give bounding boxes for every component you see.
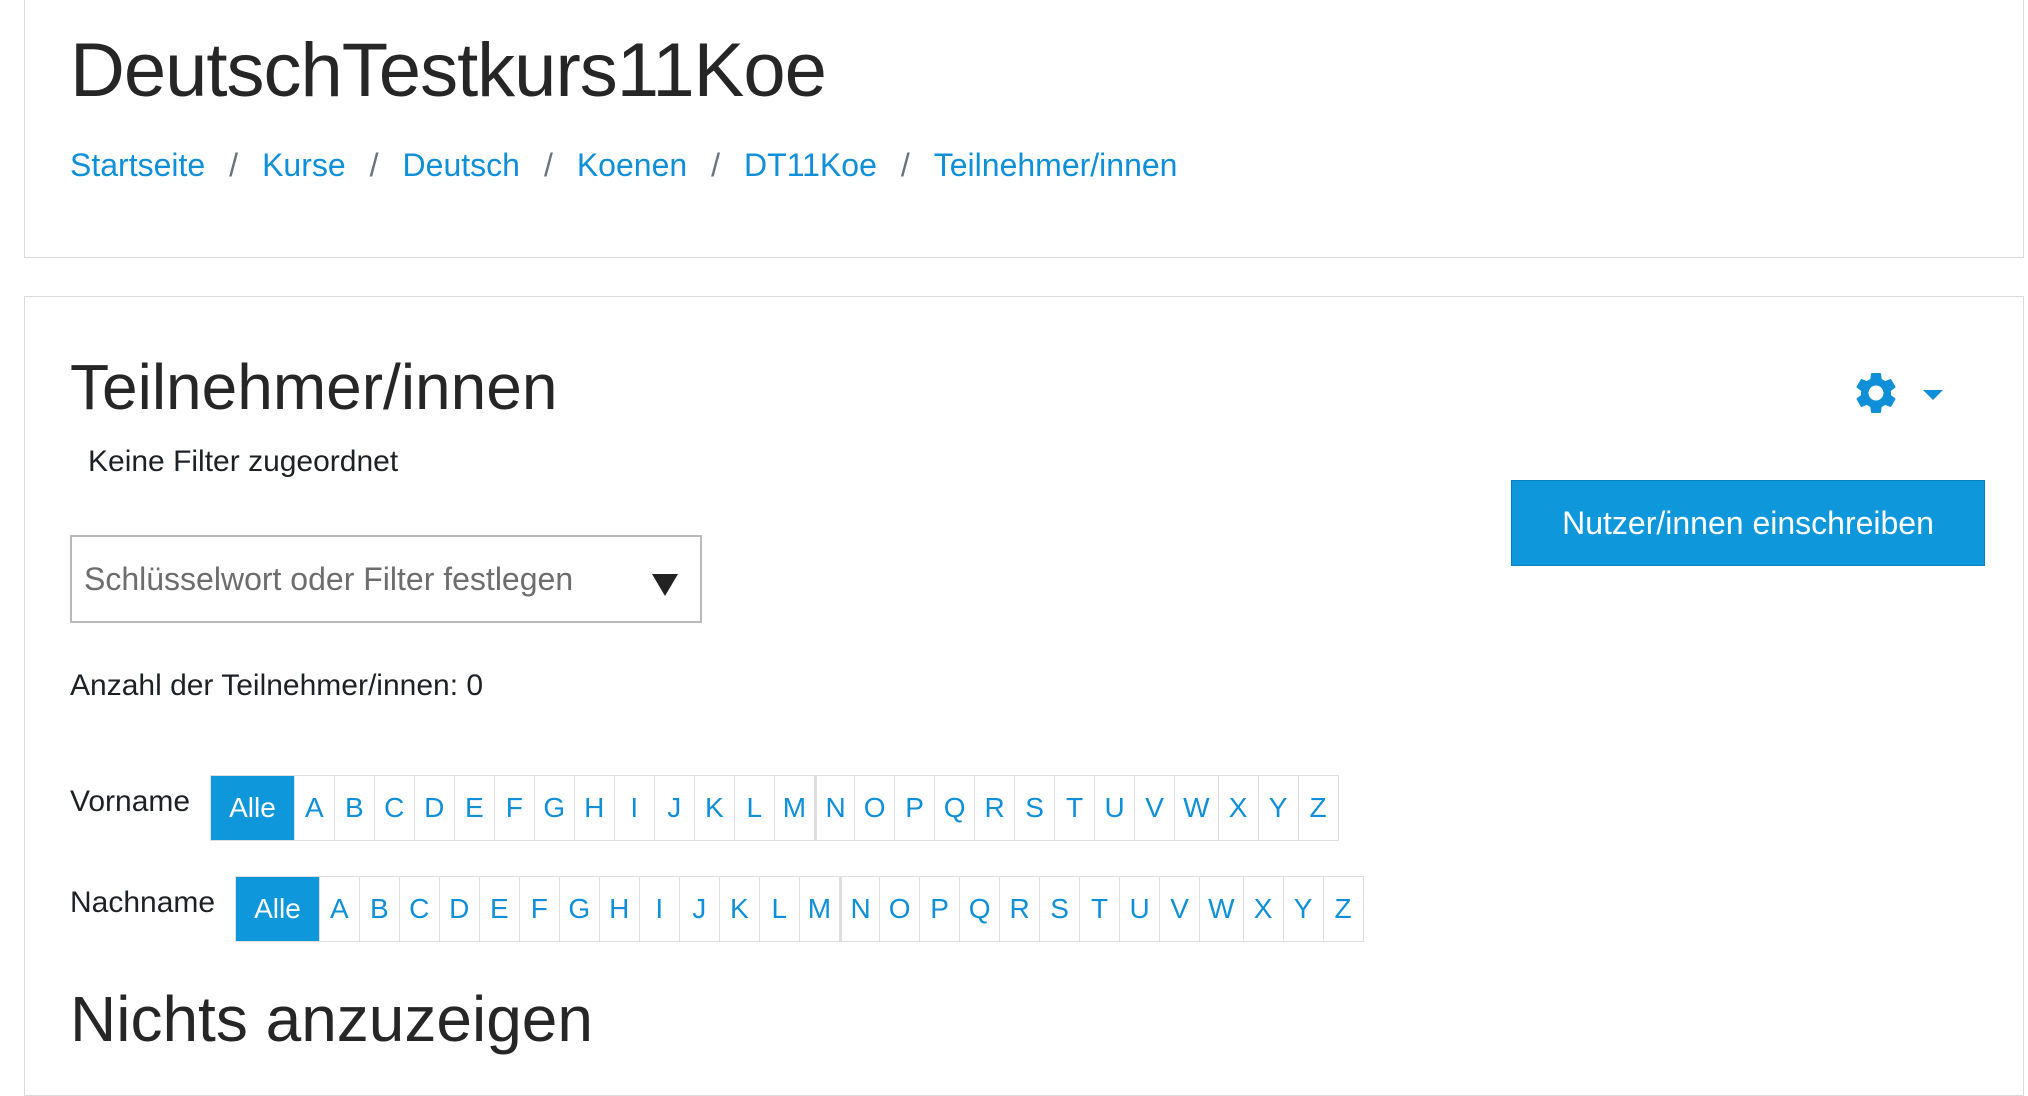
- firstname-initial-g[interactable]: G: [533, 776, 574, 840]
- firstname-initial-s[interactable]: S: [1014, 776, 1054, 840]
- lastname-letter-list: Alle A B C D E F G H I J K L M N O P Q R S T U V W X Y Z: [235, 876, 1364, 942]
- firstname-initial-j[interactable]: J: [653, 776, 694, 840]
- lastname-initials-bar: Nachname Alle A B C D E F G H I J K L M N O P Q R S T U V W X Y Z: [70, 876, 1364, 942]
- lastname-initial-all[interactable]: Alle: [236, 877, 319, 941]
- lastname-initial-a[interactable]: A: [318, 877, 359, 941]
- firstname-letter-list: Alle A B C D E F G H I J K L M N O P Q R S T U V W X Y Z: [210, 775, 1339, 841]
- lastname-initial-w[interactable]: W: [1199, 877, 1242, 941]
- gear-icon: [1851, 368, 1901, 423]
- caret-down-icon: [1923, 390, 1943, 400]
- firstname-initials-bar: Vorname Alle A B C D E F G H I J K L M N O P Q R S T U V W X Y Z: [70, 775, 1339, 841]
- breadcrumb-separator: /: [229, 147, 239, 183]
- breadcrumb-item-koenen[interactable]: Koenen: [577, 147, 687, 184]
- lastname-initial-e[interactable]: E: [478, 877, 519, 941]
- lastname-initial-v[interactable]: V: [1159, 877, 1199, 941]
- lastname-initial-r[interactable]: R: [999, 877, 1039, 941]
- firstname-initial-all[interactable]: Alle: [211, 776, 294, 840]
- dropdown-arrow-icon[interactable]: [652, 574, 678, 596]
- breadcrumb-separator: /: [369, 147, 379, 183]
- breadcrumb-item-kurse[interactable]: Kurse: [262, 147, 346, 184]
- firstname-initial-b[interactable]: B: [333, 776, 374, 840]
- lastname-initials-label: Nachname: [70, 886, 216, 919]
- page-header: DeutschTestkurs11Koe Startseite / Kurse …: [24, 0, 2024, 258]
- settings-menu-toggle[interactable]: [1851, 367, 1961, 423]
- lastname-initial-h[interactable]: H: [598, 877, 639, 941]
- empty-state-message: Nichts anzuzeigen: [70, 983, 593, 1055]
- lastname-initial-k[interactable]: K: [718, 877, 759, 941]
- firstname-initial-i[interactable]: I: [613, 776, 654, 840]
- lastname-initial-y[interactable]: Y: [1282, 877, 1323, 941]
- breadcrumb-item-deutsch[interactable]: Deutsch: [403, 147, 520, 184]
- firstname-initial-u[interactable]: U: [1094, 776, 1134, 840]
- breadcrumb-item-startseite[interactable]: Startseite: [70, 147, 205, 184]
- lastname-initial-j[interactable]: J: [678, 877, 719, 941]
- breadcrumb-item-dt11koe[interactable]: DT11Koe: [744, 147, 877, 184]
- firstname-initial-q[interactable]: Q: [934, 776, 974, 840]
- lastname-initial-u[interactable]: U: [1119, 877, 1159, 941]
- firstname-initial-w[interactable]: W: [1174, 776, 1217, 840]
- firstname-initial-t[interactable]: T: [1054, 776, 1094, 840]
- keyword-filter-input[interactable]: Schlüsselwort oder Filter festlegen: [70, 535, 702, 623]
- enrol-users-button[interactable]: Nutzer/innen einschreiben: [1511, 480, 1985, 566]
- lastname-initial-p[interactable]: P: [919, 877, 959, 941]
- lastname-initial-b[interactable]: B: [358, 877, 399, 941]
- lastname-initial-c[interactable]: C: [398, 877, 439, 941]
- lastname-initial-z[interactable]: Z: [1322, 877, 1363, 941]
- firstname-initial-n[interactable]: N: [814, 776, 854, 840]
- breadcrumb-separator: /: [900, 147, 910, 183]
- breadcrumb: Startseite / Kurse / Deutsch / Koenen / …: [70, 147, 1177, 184]
- lastname-initial-t[interactable]: T: [1079, 877, 1119, 941]
- firstname-initial-v[interactable]: V: [1134, 776, 1174, 840]
- firstname-initial-r[interactable]: R: [974, 776, 1014, 840]
- lastname-initial-n[interactable]: N: [839, 877, 879, 941]
- firstname-initial-p[interactable]: P: [894, 776, 934, 840]
- lastname-initial-x[interactable]: X: [1242, 877, 1283, 941]
- participant-count: Anzahl der Teilnehmer/innen: 0: [70, 669, 484, 702]
- firstname-initial-o[interactable]: O: [854, 776, 894, 840]
- firstname-initial-c[interactable]: C: [373, 776, 414, 840]
- firstname-initial-k[interactable]: K: [693, 776, 734, 840]
- firstname-initial-d[interactable]: D: [413, 776, 454, 840]
- lastname-initial-g[interactable]: G: [558, 877, 599, 941]
- firstname-initial-f[interactable]: F: [493, 776, 534, 840]
- lastname-initial-o[interactable]: O: [879, 877, 919, 941]
- filter-status-text: Keine Filter zugeordnet: [88, 445, 399, 478]
- firstname-initial-y[interactable]: Y: [1257, 776, 1298, 840]
- firstname-initial-m[interactable]: M: [773, 776, 814, 840]
- breadcrumb-separator: /: [711, 147, 721, 183]
- firstname-initial-a[interactable]: A: [293, 776, 334, 840]
- firstname-initial-z[interactable]: Z: [1297, 776, 1338, 840]
- firstname-initial-x[interactable]: X: [1217, 776, 1258, 840]
- filter-placeholder: Schlüsselwort oder Filter festlegen: [84, 560, 574, 597]
- lastname-initial-l[interactable]: L: [758, 877, 799, 941]
- page-title: Teilnehmer/innen: [70, 351, 558, 423]
- breadcrumb-separator: /: [543, 147, 553, 183]
- lastname-initial-i[interactable]: I: [638, 877, 679, 941]
- participants-region: Teilnehmer/innen Keine Filter zugeordnet…: [24, 296, 2024, 1096]
- firstname-initial-l[interactable]: L: [733, 776, 774, 840]
- lastname-initial-s[interactable]: S: [1039, 877, 1079, 941]
- lastname-initial-f[interactable]: F: [518, 877, 559, 941]
- lastname-initial-d[interactable]: D: [438, 877, 479, 941]
- firstname-initial-e[interactable]: E: [453, 776, 494, 840]
- lastname-initial-q[interactable]: Q: [959, 877, 999, 941]
- breadcrumb-item-teilnehmer[interactable]: Teilnehmer/innen: [934, 147, 1178, 184]
- firstname-initial-h[interactable]: H: [573, 776, 614, 840]
- course-title: DeutschTestkurs11Koe: [70, 28, 827, 113]
- firstname-initials-label: Vorname: [70, 785, 191, 818]
- lastname-initial-m[interactable]: M: [798, 877, 839, 941]
